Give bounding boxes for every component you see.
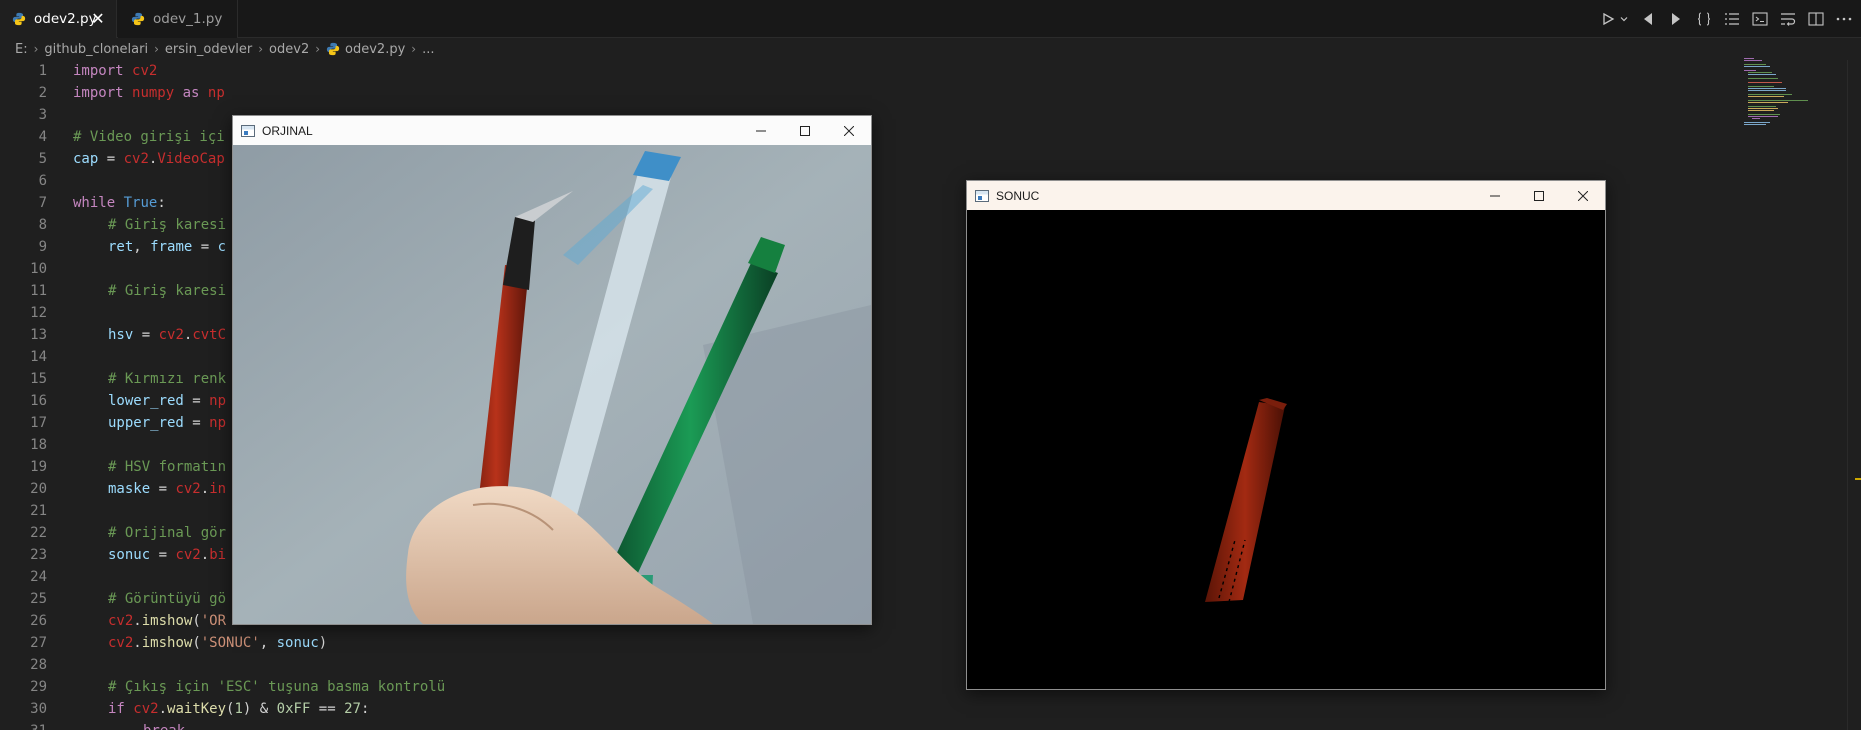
camera-frame — [233, 145, 871, 624]
line-number: 6 — [38, 173, 47, 189]
line-number: 14 — [30, 349, 47, 365]
line-number: 30 — [30, 701, 47, 717]
maximize-button[interactable] — [1517, 181, 1561, 210]
mask-result-frame — [967, 210, 1605, 689]
window-sonuc[interactable]: SONUC — [966, 180, 1606, 690]
line-number: 12 — [30, 305, 47, 321]
breadcrumb-item[interactable]: odev2 — [269, 42, 309, 57]
close-icon — [844, 125, 854, 136]
outline-icon[interactable] — [1723, 10, 1741, 28]
line-number: 31 — [0, 720, 47, 730]
tab-label: odev2.py — [34, 11, 97, 27]
scrollbar-marker — [1855, 478, 1861, 480]
maximize-icon — [1534, 190, 1544, 201]
line-number: 8 — [38, 217, 47, 233]
line-number: 10 — [30, 261, 47, 277]
line-number: 11 — [30, 283, 47, 299]
close-icon[interactable]: ✕ — [90, 11, 106, 27]
line-number: 20 — [30, 481, 47, 497]
python-file-icon — [131, 12, 145, 26]
line-number: 2 — [38, 85, 47, 101]
line-number: 4 — [38, 129, 47, 145]
tab-odev2[interactable]: odev2.py ✕ — [0, 0, 117, 38]
split-editor-icon[interactable] — [1807, 10, 1825, 28]
line-number: 26 — [30, 613, 47, 629]
line-number: 16 — [30, 393, 47, 409]
code-line: 1 import cv2 — [0, 60, 1740, 82]
code-line: 31break — [0, 720, 1740, 730]
breadcrumb-item[interactable]: github_clonelari — [44, 42, 148, 57]
line-number: 15 — [30, 371, 47, 387]
minimize-icon — [756, 130, 766, 131]
line-number: 17 — [30, 415, 47, 431]
breadcrumb-item[interactable]: odev2.py — [345, 42, 405, 57]
chevron-right-icon: › — [154, 42, 159, 56]
python-file-icon — [12, 12, 26, 26]
chevron-right-icon: › — [315, 42, 321, 56]
line-number: 5 — [38, 151, 47, 167]
chevron-right-icon: › — [258, 42, 264, 56]
breadcrumb-item[interactable]: ... — [422, 42, 434, 57]
window-title: SONUC — [996, 188, 1040, 203]
line-number: 13 — [30, 327, 47, 343]
line-number: 29 — [30, 679, 47, 695]
window-titlebar[interactable]: SONUC — [967, 181, 1605, 210]
tab-odev-1[interactable]: odev_1.py — [118, 0, 238, 38]
line-number: 24 — [30, 569, 47, 585]
close-button[interactable] — [1561, 181, 1605, 210]
minimize-icon — [1490, 195, 1500, 196]
window-app-icon — [241, 124, 255, 137]
close-icon — [1578, 190, 1588, 201]
line-number: 22 — [30, 525, 47, 541]
run-dropdown-icon[interactable] — [1619, 10, 1629, 28]
minimap[interactable] — [1742, 56, 1822, 136]
breadcrumb: E: › github_clonelari › ersin_odevler › … — [0, 38, 1861, 60]
code-line: 30 if cv2.waitKey(1) & 0xFF == 27: — [0, 698, 1740, 720]
camera-image — [233, 145, 871, 624]
minimize-button[interactable] — [1473, 181, 1517, 210]
go-forward-icon[interactable] — [1667, 10, 1685, 28]
line-number: 28 — [30, 657, 47, 673]
chevron-right-icon: › — [33, 42, 39, 56]
terminal-icon[interactable] — [1751, 10, 1769, 28]
line-number: 18 — [30, 437, 47, 453]
go-back-icon[interactable] — [1639, 10, 1657, 28]
vertical-scrollbar[interactable] — [1847, 60, 1861, 730]
line-number: 27 — [30, 635, 47, 651]
more-actions-icon[interactable] — [1835, 10, 1853, 28]
line-number: 23 — [30, 547, 47, 563]
line-number: 25 — [30, 591, 47, 607]
window-app-icon — [975, 189, 989, 202]
window-orjinal[interactable]: ORJINAL — [232, 115, 872, 625]
chevron-right-icon: › — [411, 42, 417, 56]
close-button[interactable] — [827, 116, 871, 145]
breadcrumb-item[interactable]: ersin_odevler — [165, 42, 252, 57]
window-titlebar[interactable]: ORJINAL — [233, 116, 871, 145]
line-number: 9 — [38, 239, 47, 255]
word-wrap-icon[interactable] — [1779, 10, 1797, 28]
code-line: 2 import numpy as np — [0, 82, 1740, 104]
window-title: ORJINAL — [262, 123, 313, 138]
python-file-icon — [326, 42, 340, 56]
line-number: 19 — [30, 459, 47, 475]
tab-label: odev_1.py — [153, 11, 223, 27]
breadcrumb-item[interactable]: E: — [15, 42, 28, 57]
maximize-icon — [800, 125, 810, 136]
mask-result-image — [967, 210, 1605, 689]
minimize-button[interactable] — [739, 116, 783, 145]
line-number: 3 — [38, 107, 47, 123]
run-icon[interactable] — [1599, 10, 1617, 28]
line-number: 7 — [38, 195, 47, 211]
line-number: 21 — [30, 503, 47, 519]
line-number: 1 — [38, 63, 47, 79]
editor-actions — [1599, 0, 1853, 38]
maximize-button[interactable] — [783, 116, 827, 145]
editor-tab-bar: odev2.py ✕ odev_1.py — [0, 0, 1861, 38]
braces-icon[interactable] — [1695, 10, 1713, 28]
